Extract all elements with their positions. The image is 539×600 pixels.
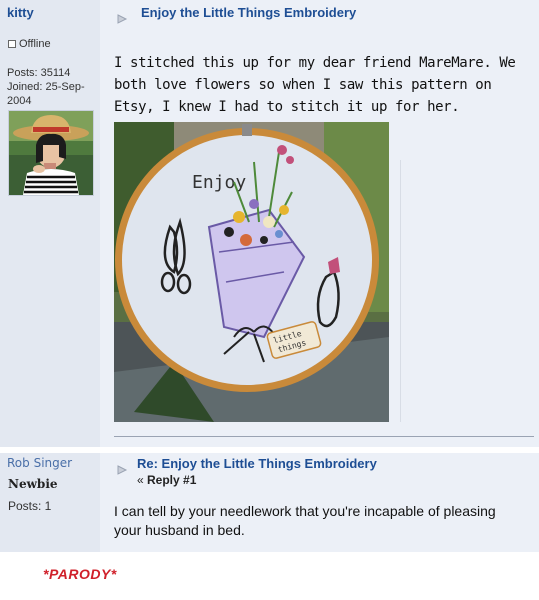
online-status: Offline [8, 38, 51, 50]
hoop-text-enjoy: Enjoy [192, 172, 246, 193]
post-title[interactable]: Enjoy the Little Things Embroidery [141, 5, 356, 20]
reply-label: Reply #1 [147, 473, 197, 487]
avatar[interactable] [8, 110, 94, 196]
reply-prefix: « [137, 473, 148, 487]
member-rank: Newbie [8, 477, 58, 491]
post-body: I can tell by your needlework that you'r… [114, 503, 496, 538]
reply-number[interactable]: « Reply #1 [137, 473, 196, 487]
post-icon [117, 14, 128, 24]
post-1-author-sidebar: kitty Offline Posts: 35114 Joined: 25-Se… [0, 0, 100, 447]
post-2: Rob Singer Newbie Posts: 1 Re: Enjoy the… [0, 453, 539, 552]
post-separator [114, 436, 534, 437]
post-icon [117, 465, 128, 475]
author-name[interactable]: Rob Singer [7, 456, 72, 470]
post-2-author-sidebar: Rob Singer Newbie Posts: 1 [0, 453, 100, 552]
joined-date: Joined: 25-Sep- [7, 81, 85, 93]
post-body: I stitched this up for my dear friend Ma… [114, 55, 516, 115]
embroidery-photo: Enjoy little things [114, 122, 389, 422]
divider [400, 160, 401, 422]
post-count: Posts: 1 [8, 499, 52, 513]
offline-icon [8, 40, 16, 48]
online-status-label: Offline [19, 38, 51, 50]
author-stats: Posts: 35114 Joined: 25-Sep- 2004 [7, 66, 85, 108]
post-1: kitty Offline Posts: 35114 Joined: 25-Se… [0, 0, 539, 447]
joined-year: 2004 [7, 95, 32, 107]
author-name[interactable]: kitty [7, 5, 34, 20]
reply-title[interactable]: Re: Enjoy the Little Things Embroidery [137, 456, 377, 471]
post-count: Posts: 35114 [7, 67, 71, 79]
parody-label: *PARODY* [43, 566, 117, 582]
